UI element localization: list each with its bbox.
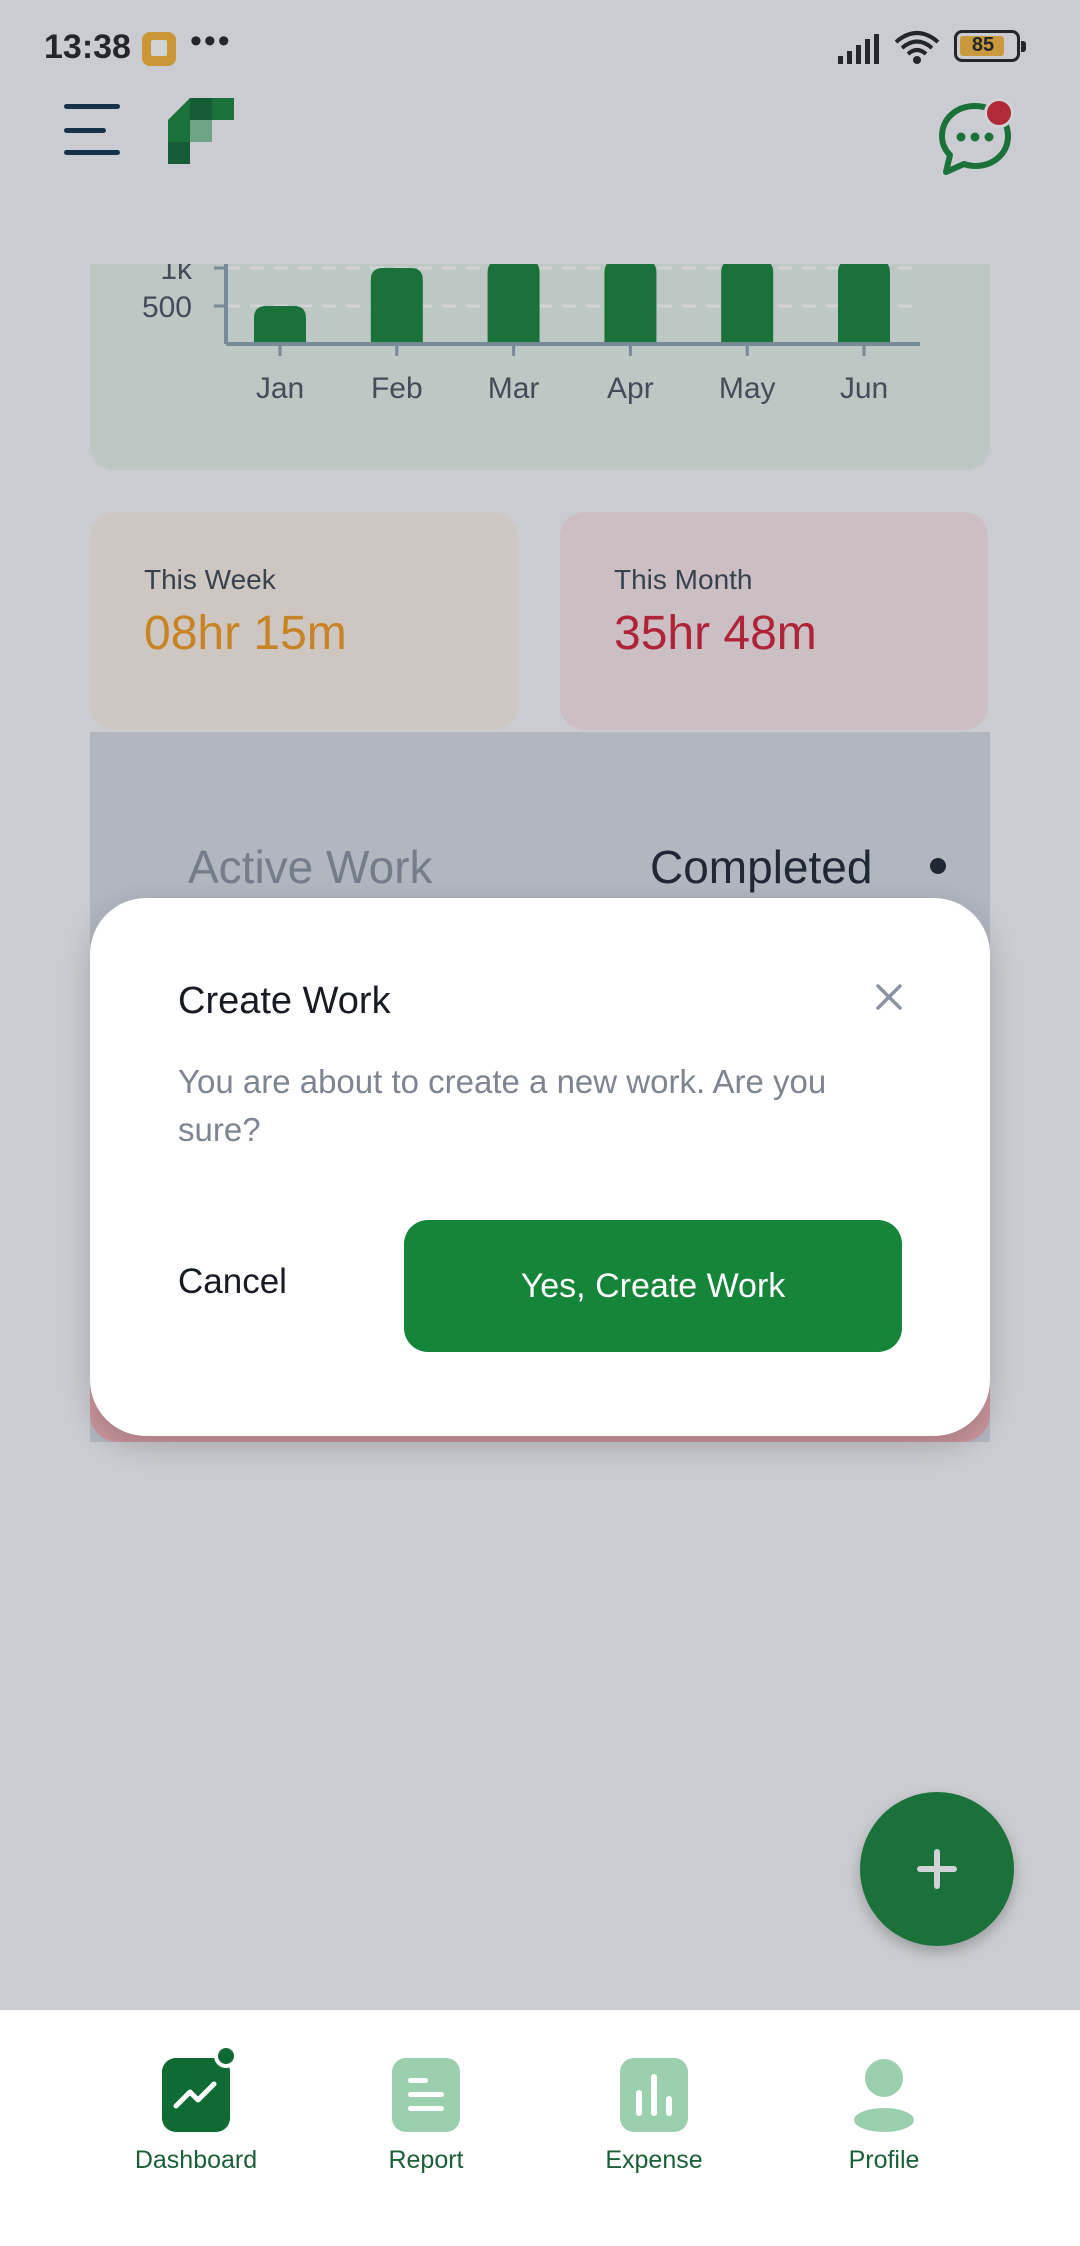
create-work-confirm-button[interactable]: Yes, Create Work: [404, 1220, 902, 1352]
cancel-button[interactable]: Cancel: [178, 1262, 287, 1302]
dashboard-badge: [214, 2044, 238, 2068]
nav-item-report[interactable]: Report: [336, 2046, 516, 2176]
nav-item-dashboard[interactable]: Dashboard: [106, 2044, 286, 2176]
dashboard-chart-icon: [162, 2058, 230, 2132]
nav-label-report: Report: [388, 2146, 464, 2174]
expense-bars-icon: [620, 2058, 688, 2132]
nav-label-expense: Expense: [605, 2146, 703, 2174]
dialog-title: Create Work: [178, 980, 391, 1022]
create-work-dialog: Create Work You are about to create a ne…: [90, 898, 990, 1436]
nav-item-profile[interactable]: Profile: [794, 2046, 974, 2176]
bottom-navigation: Dashboard Report Expense Profile: [0, 2010, 1080, 2246]
close-icon[interactable]: [866, 974, 912, 1020]
report-document-icon: [392, 2058, 460, 2132]
nav-label-profile: Profile: [848, 2146, 920, 2174]
nav-label-dashboard: Dashboard: [134, 2146, 258, 2174]
app-screen: 13:38 ••• 85 500 1k Jan Feb Mar Apr May …: [0, 0, 1080, 2246]
nav-item-expense[interactable]: Expense: [564, 2046, 744, 2176]
dialog-message: You are about to create a new work. Are …: [178, 1063, 827, 1148]
profile-person-icon: [854, 2059, 914, 2132]
